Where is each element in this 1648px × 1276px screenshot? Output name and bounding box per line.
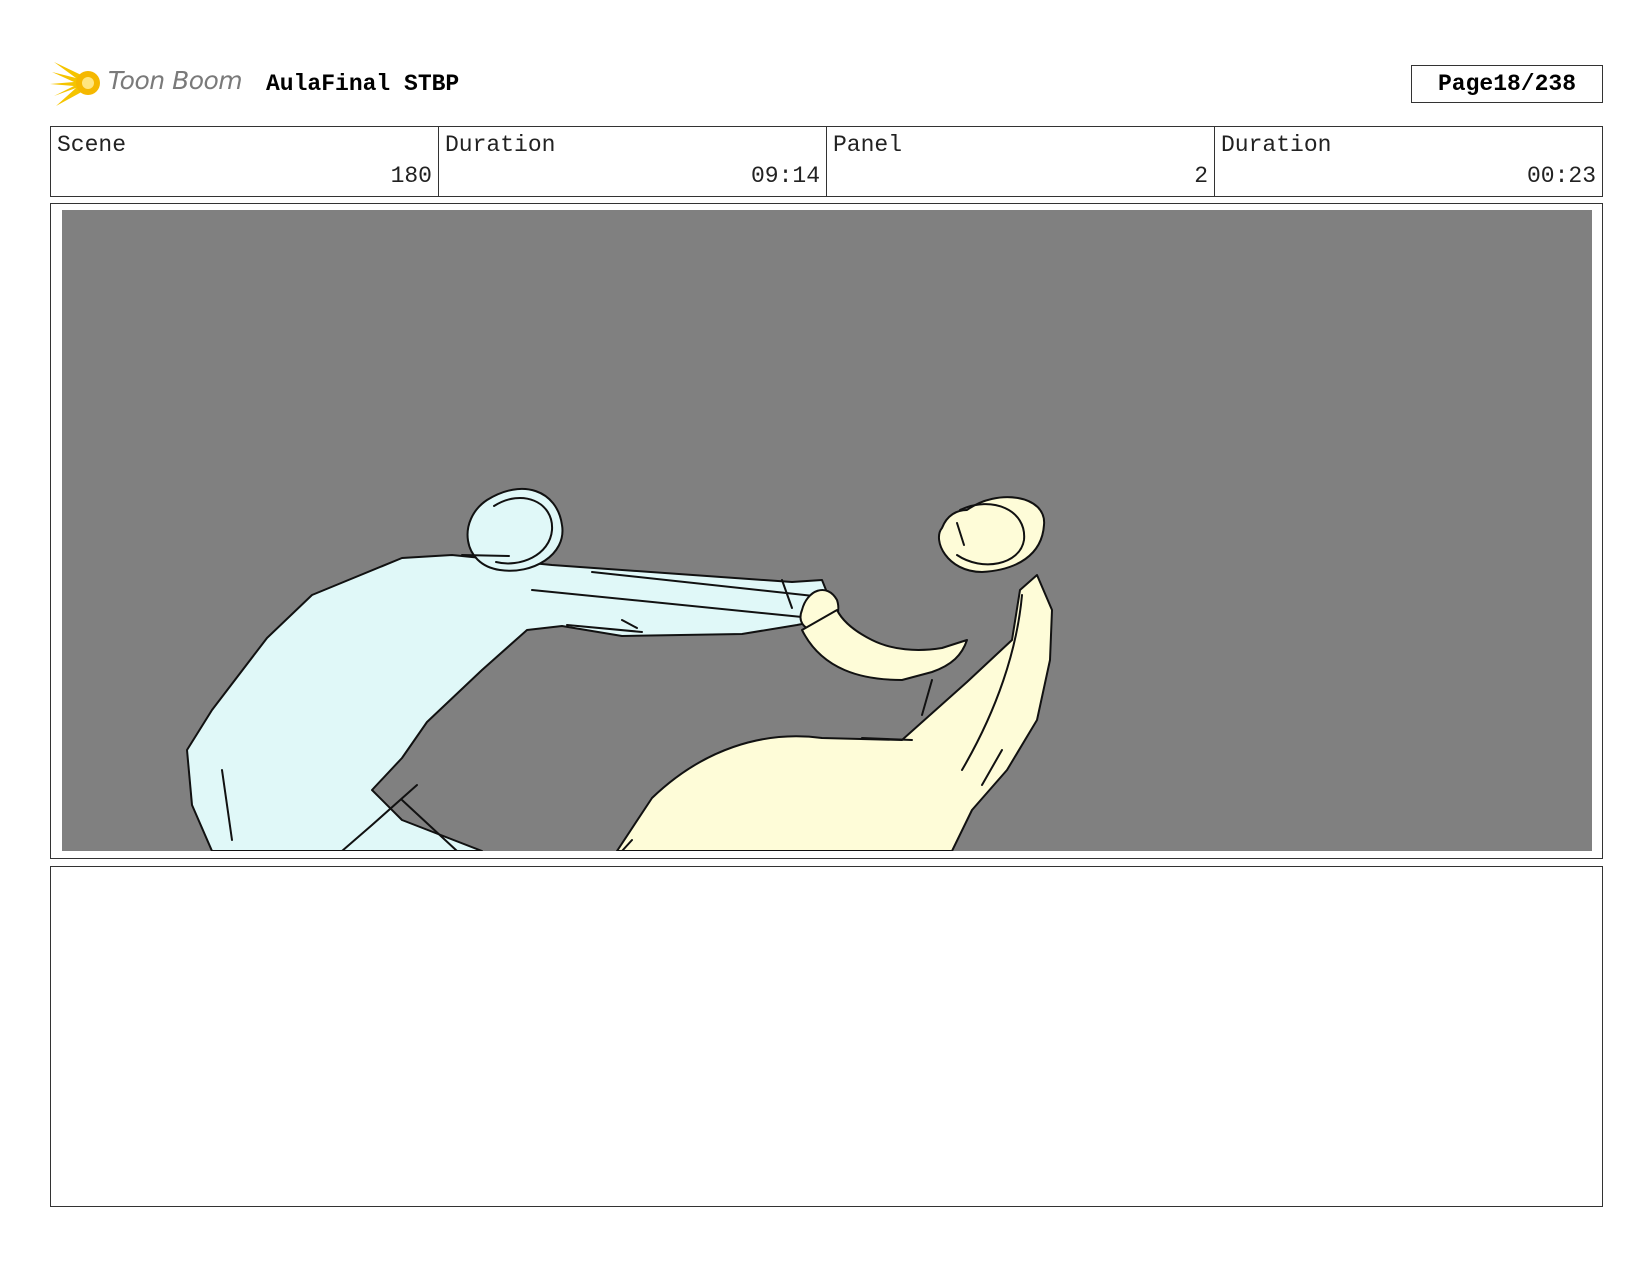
panel-cell: Panel 2	[827, 127, 1215, 196]
page-number: 18/238	[1493, 71, 1577, 97]
scene-info-table: Scene 180 Duration 09:14 Panel 2 Duratio…	[50, 126, 1603, 197]
scene-cell: Scene 180	[51, 127, 439, 196]
page-indicator: Page 18/238	[1411, 65, 1603, 103]
scene-duration-label: Duration	[445, 132, 556, 158]
scene-label: Scene	[57, 132, 127, 158]
panel-sketch	[186, 487, 1053, 851]
panel-notes-box	[50, 866, 1603, 1207]
logo-text: Toon Boom	[108, 66, 243, 95]
storyboard-panel-frame	[50, 203, 1603, 859]
scene-duration-cell: Duration 09:14	[439, 127, 827, 196]
starburst-icon	[50, 62, 100, 106]
scene-value: 180	[390, 163, 432, 189]
panel-duration-label: Duration	[1221, 132, 1332, 158]
project-title: AulaFinal STBP	[266, 71, 460, 97]
page-label: Page	[1437, 71, 1494, 97]
figure-right	[616, 496, 1053, 851]
page-header: Toon Boom AulaFinal STBP Page 18/238	[50, 58, 1603, 108]
storyboard-panel-image	[62, 210, 1592, 851]
toon-boom-logo: Toon Boom	[50, 58, 250, 108]
panel-value: 2	[1194, 163, 1208, 189]
panel-duration-cell: Duration 00:23	[1215, 127, 1602, 196]
panel-duration-value: 00:23	[1526, 163, 1596, 189]
panel-label: Panel	[833, 132, 903, 158]
scene-duration-value: 09:14	[750, 163, 820, 189]
